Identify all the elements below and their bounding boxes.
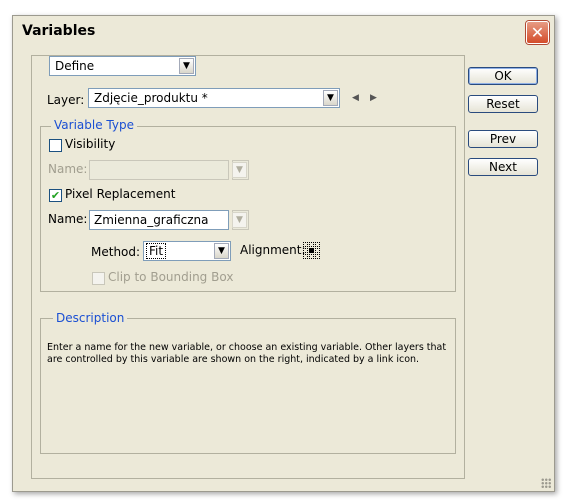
description-legend: Description (53, 311, 128, 325)
method-select-value: Fit (145, 243, 167, 259)
visibility-checkbox[interactable] (49, 139, 62, 152)
resize-grip-icon[interactable] (541, 478, 551, 488)
pixel-name-label: Name: (48, 212, 88, 226)
chevron-down-icon: ▼ (179, 58, 194, 74)
title-bar: Variables ✕ (13, 16, 554, 46)
window-title: Variables (22, 23, 96, 39)
close-button[interactable]: ✕ (526, 21, 549, 44)
align-top-center[interactable] (308, 241, 314, 247)
checkmark-icon: ✔ (50, 189, 61, 202)
chevron-down-icon: ▼ (232, 162, 247, 178)
mode-select-value: Define (55, 59, 95, 73)
pixel-name-field[interactable]: Zmienna_graficzna (89, 210, 229, 230)
alignment-label: Alignment: (240, 243, 306, 257)
chevron-down-icon: ▼ (232, 212, 247, 228)
visibility-name-label: Name: (48, 162, 88, 176)
visibility-name-dropdown[interactable]: ▼ (232, 160, 249, 180)
main-panel: Define ▼ Layer: Zdjęcie_produktu * ▼ ◀ ▶… (31, 55, 465, 479)
description-group: Description Enter a name for the new var… (40, 311, 456, 454)
chevron-down-icon: ▼ (323, 90, 338, 106)
close-icon: ✕ (530, 23, 545, 42)
visibility-label: Visibility (65, 137, 116, 151)
align-bottom-right[interactable] (314, 253, 320, 259)
align-middle-right[interactable] (314, 247, 320, 253)
variable-type-legend: Variable Type (51, 118, 137, 132)
layer-label: Layer: (47, 93, 85, 107)
layer-select-value: Zdjęcie_produktu * (94, 91, 208, 105)
pixel-replacement-label: Pixel Replacement (65, 187, 176, 201)
next-button[interactable]: Next (468, 158, 538, 176)
method-select[interactable]: Fit ▼ (143, 241, 231, 261)
prev-button[interactable]: Prev (468, 130, 538, 148)
layer-select[interactable]: Zdjęcie_produktu * ▼ (88, 88, 340, 108)
variable-type-group: Variable Type Visibility Name: ▼ ✔ Pixel… (40, 118, 456, 292)
mode-select[interactable]: Define ▼ (49, 56, 196, 76)
reset-button[interactable]: Reset (468, 95, 538, 113)
pixel-name-dropdown[interactable]: ▼ (232, 210, 249, 230)
chevron-down-icon: ▼ (214, 243, 229, 259)
triangle-left-icon[interactable]: ◀ (352, 93, 359, 103)
align-center[interactable] (308, 247, 314, 253)
variables-dialog: Variables ✕ Define ▼ Layer: Zdjęcie_prod… (12, 15, 555, 492)
clip-label: Clip to Bounding Box (108, 270, 234, 284)
align-top-left[interactable] (302, 241, 308, 247)
clip-checkbox[interactable] (92, 272, 105, 285)
pixel-name-value: Zmienna_graficzna (94, 213, 209, 227)
method-label: Method: (91, 245, 141, 259)
visibility-name-field[interactable] (89, 160, 229, 180)
ok-button[interactable]: OK (468, 67, 538, 85)
align-bottom-center[interactable] (308, 253, 314, 259)
align-middle-left[interactable] (302, 247, 308, 253)
triangle-right-icon[interactable]: ▶ (370, 93, 377, 103)
description-text: Enter a name for the new variable, or ch… (47, 342, 447, 365)
align-top-right[interactable] (314, 241, 320, 247)
alignment-grid-icon[interactable] (302, 241, 320, 259)
align-bottom-left[interactable] (302, 253, 308, 259)
pixel-replacement-checkbox[interactable]: ✔ (49, 189, 62, 202)
